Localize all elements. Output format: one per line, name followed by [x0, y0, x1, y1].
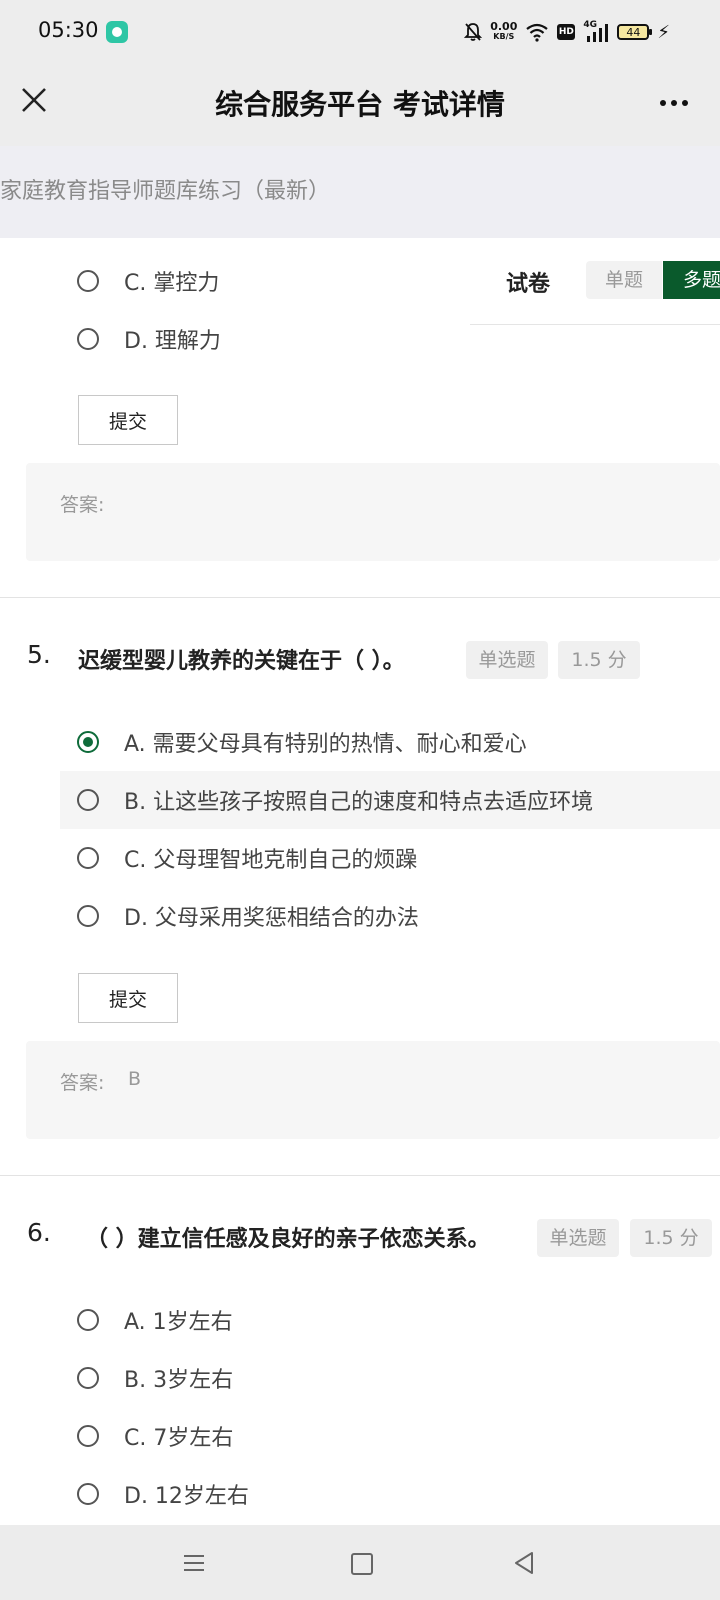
hd-icon: HD	[557, 24, 576, 40]
q5-text: 迟缓型婴儿教养的关键在于（ ）。	[78, 649, 405, 674]
option-label: D. 理解力	[124, 329, 221, 354]
more-options-icon[interactable]	[654, 88, 694, 118]
q6-text: （ ）建立信任感及良好的亲子依恋关系。	[86, 1227, 490, 1252]
status-time: 05:30	[38, 18, 99, 42]
q5-option-c[interactable]: C. 父母理智地克制自己的烦躁	[60, 829, 720, 887]
radio-icon[interactable]	[77, 1367, 99, 1389]
menu-icon[interactable]	[182, 1554, 206, 1572]
radio-icon[interactable]	[77, 789, 99, 811]
tab-multi-question[interactable]: 多题	[663, 261, 720, 299]
signal-label: 4G	[583, 20, 598, 30]
close-icon[interactable]	[16, 82, 52, 118]
radio-icon[interactable]	[77, 270, 99, 292]
battery-icon: 44	[617, 24, 653, 40]
wifi-icon	[526, 23, 549, 42]
app-notification-icon	[106, 21, 128, 43]
q5-answer-value: B	[128, 1068, 142, 1090]
radio-checked-icon[interactable]	[77, 731, 99, 753]
q6-score-tag: 1.5 分	[630, 1219, 712, 1257]
option-label: C. 父母理智地克制自己的烦躁	[124, 848, 418, 873]
q6-option-a[interactable]: A. 1岁左右	[60, 1291, 720, 1349]
paper-label: 试卷	[506, 272, 551, 297]
signal-icon: 4G	[583, 20, 609, 42]
option-label: D. 12岁左右	[124, 1484, 249, 1509]
radio-icon[interactable]	[77, 1483, 99, 1505]
page-title: 综合服务平台 考试详情	[215, 88, 505, 121]
q6-type-tag: 单选题	[537, 1219, 619, 1257]
q6-option-c[interactable]: C. 7岁左右	[60, 1407, 720, 1465]
option-label: C. 掌控力	[124, 271, 220, 296]
radio-icon[interactable]	[77, 1309, 99, 1331]
q5-score-tag: 1.5 分	[558, 641, 640, 679]
q5-type-tag: 单选题	[466, 641, 548, 679]
radio-icon[interactable]	[77, 1425, 99, 1447]
q5-number: 5.	[27, 640, 51, 669]
option-label: D. 父母采用奖惩相结合的办法	[124, 906, 419, 931]
tab-single-question[interactable]: 单题	[586, 261, 662, 299]
q5-submit-button[interactable]: 提交	[78, 973, 178, 1023]
option-label: B. 3岁左右	[124, 1368, 234, 1393]
home-icon[interactable]	[351, 1553, 373, 1575]
status-icons: 0.00 KB/S HD 4G 44 ⚡	[464, 18, 670, 46]
q5-answer-label: 答案:	[60, 1072, 105, 1094]
back-icon[interactable]	[512, 1550, 536, 1576]
q5-option-a[interactable]: A. 需要父母具有特别的热情、耐心和爱心	[60, 713, 720, 771]
battery-level: 44	[626, 25, 641, 39]
charging-bolt-icon: ⚡	[657, 21, 670, 43]
mute-bell-icon	[464, 23, 483, 41]
q5-option-b[interactable]: B. 让这些孩子按照自己的速度和特点去适应环境	[60, 771, 720, 829]
option-label: A. 1岁左右	[124, 1310, 233, 1335]
question-divider	[0, 597, 720, 598]
q6-number: 6.	[27, 1218, 51, 1247]
option-label: A. 需要父母具有特别的热情、耐心和爱心	[124, 732, 527, 757]
radio-icon[interactable]	[77, 905, 99, 927]
q5-answer-box	[26, 1041, 720, 1139]
option-label: C. 7岁左右	[124, 1426, 234, 1451]
q6-option-b[interactable]: B. 3岁左右	[60, 1349, 720, 1407]
q6-option-d[interactable]: D. 12岁左右	[60, 1465, 720, 1523]
network-speed-unit: KB/S	[493, 32, 515, 41]
q4-submit-button[interactable]: 提交	[78, 395, 178, 445]
exam-subtitle: 家庭教育指导师题库练习（最新）	[0, 179, 331, 204]
q5-option-d[interactable]: D. 父母采用奖惩相结合的办法	[60, 887, 720, 945]
question-divider	[0, 1175, 720, 1176]
q4-answer-box	[26, 463, 720, 561]
option-label: B. 让这些孩子按照自己的速度和特点去适应环境	[124, 790, 594, 815]
network-speed: 0.00 KB/S	[490, 21, 517, 42]
radio-icon[interactable]	[77, 847, 99, 869]
q4-answer-label: 答案:	[60, 494, 105, 516]
radio-icon[interactable]	[77, 328, 99, 350]
